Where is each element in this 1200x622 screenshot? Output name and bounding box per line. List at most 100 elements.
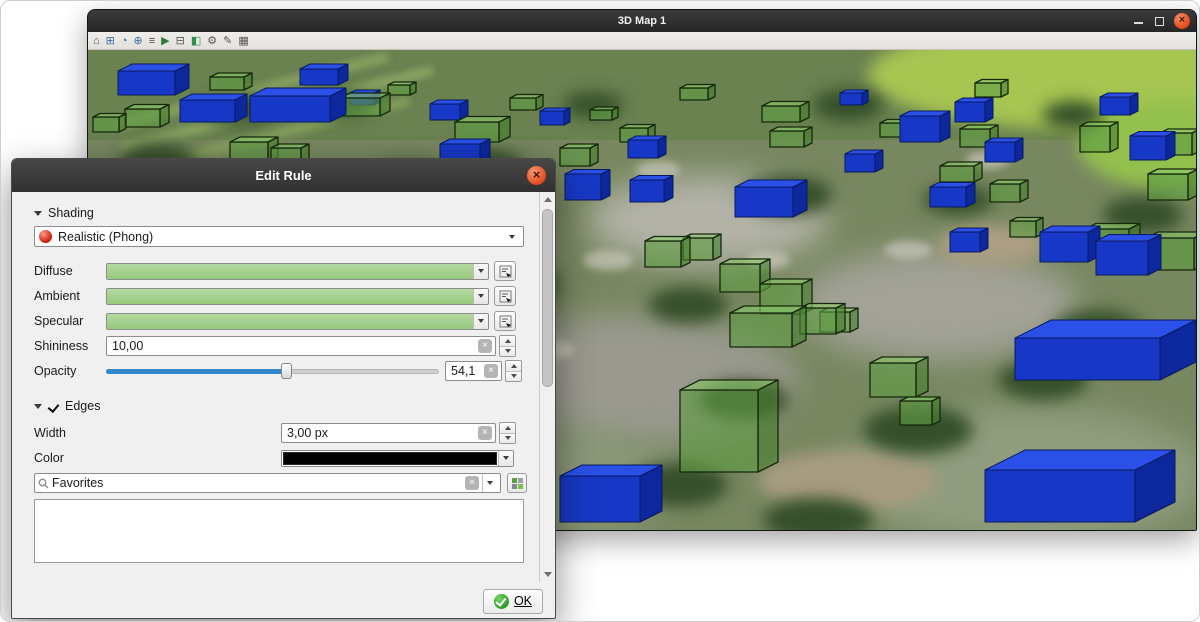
shading-type-combo[interactable]: Realistic (Phong) — [34, 226, 524, 247]
building-3d — [735, 187, 793, 217]
specular-data-defined-button[interactable] — [494, 311, 516, 331]
opacity-row: Opacity × — [34, 359, 539, 383]
maximize-button[interactable] — [1153, 15, 1165, 27]
clear-icon[interactable]: × — [478, 426, 492, 440]
edge-width-spinner — [499, 422, 516, 444]
edge-width-input[interactable] — [285, 426, 478, 440]
map-window-titlebar[interactable]: 3D Map 1 × — [88, 10, 1196, 32]
building-3d — [770, 127, 812, 131]
shininess-input[interactable] — [110, 339, 478, 353]
building-3d — [1010, 218, 1043, 222]
clear-icon[interactable]: × — [484, 364, 498, 378]
building-3d — [975, 83, 1001, 97]
building-3d — [560, 144, 598, 148]
building-3d — [601, 170, 610, 201]
scroll-down-button[interactable] — [540, 567, 555, 582]
scrollbar-thumb[interactable] — [542, 209, 553, 387]
ambient-row: Ambient — [34, 284, 539, 308]
specular-row: Specular — [34, 309, 539, 333]
diffuse-row: Diffuse — [34, 259, 539, 283]
favorites-input[interactable] — [52, 476, 462, 490]
data-defined-override-icon — [499, 290, 512, 303]
layers-icon[interactable]: ≡ — [149, 33, 155, 49]
building-3d — [1040, 232, 1088, 262]
diffuse-color-button[interactable] — [106, 263, 489, 280]
edge-width-label: Width — [34, 426, 106, 440]
building-3d — [762, 106, 800, 122]
building-3d — [510, 95, 543, 99]
spin-up-button[interactable] — [506, 361, 521, 372]
clear-icon[interactable]: × — [478, 339, 492, 353]
zoom-full-icon[interactable]: ⊞ — [106, 33, 115, 49]
save-scene-icon[interactable]: ⊟ — [176, 33, 185, 49]
map-toolbar: ⌂ ⊞ ◔ ⊕ ≡ ▶ ⊟ ◧ ⚙ ✎ ▦ — [88, 32, 1196, 50]
grid-icon[interactable]: ▦ — [238, 33, 248, 49]
diffuse-data-defined-button[interactable] — [494, 261, 516, 281]
spin-down-button[interactable] — [500, 347, 515, 357]
dialog-close-button[interactable]: × — [527, 166, 546, 185]
edge-width-field: × — [281, 423, 496, 443]
opacity-slider[interactable] — [106, 361, 439, 381]
data-defined-override-icon — [499, 315, 512, 328]
shading-section-label: Shading — [48, 206, 94, 220]
dialog-scrollbar[interactable] — [539, 192, 555, 582]
building-3d — [630, 180, 664, 202]
minimize-button[interactable] — [1132, 15, 1144, 27]
dialog-titlebar[interactable]: Edit Rule × — [12, 159, 555, 192]
edges-checkbox[interactable] — [48, 401, 59, 412]
shading-type-value: Realistic (Phong) — [58, 230, 499, 244]
chevron-down-icon[interactable] — [498, 451, 513, 466]
play-icon[interactable]: ▶ — [161, 33, 169, 49]
shininess-field: × — [106, 336, 496, 356]
zoom-in-icon[interactable]: ⊕ — [134, 33, 143, 49]
edges-section-header[interactable]: Edges — [34, 397, 539, 415]
building-3d — [125, 105, 169, 110]
shininess-row: Shininess × — [34, 334, 539, 358]
dialog-title: Edit Rule — [255, 168, 311, 183]
building-3d — [250, 88, 346, 96]
clear-icon[interactable]: × — [465, 476, 479, 490]
window-close-button[interactable]: × — [1174, 13, 1190, 29]
spin-up-button[interactable] — [500, 336, 515, 347]
ambient-label: Ambient — [34, 289, 106, 303]
specular-color-button[interactable] — [106, 313, 489, 330]
chevron-down-icon[interactable] — [473, 264, 488, 279]
opacity-input[interactable] — [449, 364, 484, 378]
spin-down-button[interactable] — [506, 372, 521, 382]
ok-button[interactable]: OK — [483, 589, 543, 614]
building-3d — [985, 138, 1023, 142]
style-manager-icon — [512, 478, 523, 489]
style-manager-button[interactable] — [507, 473, 527, 493]
building-3d — [180, 94, 247, 100]
chevron-down-icon[interactable] — [473, 314, 488, 329]
measure-icon[interactable]: ✎ — [223, 33, 232, 49]
building-3d — [1130, 136, 1166, 160]
building-3d — [430, 104, 460, 120]
pan-tool-icon[interactable]: ⌂ — [93, 33, 100, 49]
ambient-data-defined-button[interactable] — [494, 286, 516, 306]
shading-section-header[interactable]: Shading — [34, 204, 539, 222]
export-3d-icon[interactable]: ◧ — [191, 33, 201, 49]
scroll-up-button[interactable] — [540, 192, 555, 207]
building-3d — [800, 304, 845, 309]
spin-up-button[interactable] — [500, 423, 515, 434]
settings-icon[interactable]: ⚙ — [207, 33, 217, 49]
building-3d — [455, 117, 510, 123]
collapse-caret-icon — [34, 404, 42, 409]
screen: 3D Map 1 × ⌂ ⊞ ◔ ⊕ ≡ ▶ ⊟ ◧ ⚙ ✎ ▦ — [0, 0, 1200, 622]
edge-color-button[interactable] — [281, 450, 514, 467]
building-3d — [1080, 122, 1118, 126]
building-3d — [870, 363, 916, 397]
building-3d — [620, 125, 655, 129]
chevron-down-icon[interactable] — [473, 289, 488, 304]
opacity-slider-handle[interactable] — [281, 363, 292, 379]
building-3d — [340, 93, 390, 98]
ambient-color-button[interactable] — [106, 288, 489, 305]
chevron-down-icon[interactable] — [482, 474, 497, 492]
building-3d — [680, 85, 715, 89]
animation-icon[interactable]: ◔ — [121, 33, 128, 49]
building-3d — [930, 183, 975, 188]
diffuse-color-swatch — [107, 264, 473, 279]
favorites-list[interactable] — [34, 499, 524, 563]
spin-down-button[interactable] — [500, 434, 515, 444]
